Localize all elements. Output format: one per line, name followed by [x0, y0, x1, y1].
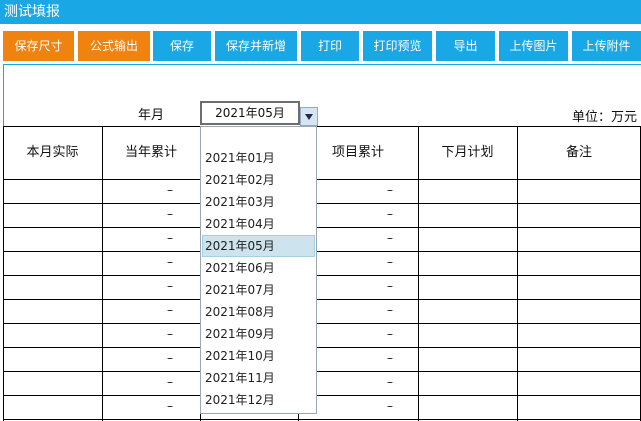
chevron-down-icon — [305, 114, 313, 120]
column-header-remarks: 备注 — [565, 145, 592, 160]
ytd-cell-dash: – — [167, 207, 173, 221]
table-row-border — [3, 419, 641, 420]
table-row-border — [3, 203, 641, 204]
ytd-cell-dash: – — [167, 327, 173, 341]
dropdown-option[interactable]: 2021年12月 — [202, 389, 315, 411]
month-dropdown-list: 2021年01月 2021年02月 2021年03月 2021年04月 2021年05月… — [200, 126, 317, 414]
data-table: 本月实际 当年累计 项目累计 下月计划 备注 – – – – – – – – – – – – – – – – –… — [0, 126, 641, 421]
print-button[interactable]: 打印 — [301, 31, 359, 61]
dropdown-option[interactable]: 2021年01月 — [202, 147, 315, 169]
export-button[interactable]: 导出 — [436, 31, 495, 61]
dropdown-option[interactable]: 2021年10月 — [202, 345, 315, 367]
dropdown-option[interactable]: 2021年07月 — [202, 279, 315, 301]
project-total-cell-dash: – — [387, 303, 393, 317]
project-total-cell-dash: – — [387, 207, 393, 221]
ytd-cell-dash: – — [167, 255, 173, 269]
dropdown-option[interactable]: 2021年08月 — [202, 301, 315, 323]
dropdown-option[interactable]: 2021年09月 — [202, 323, 315, 345]
project-total-cell-dash: – — [387, 255, 393, 269]
save-and-new-button[interactable]: 保存并新增 — [215, 31, 297, 61]
table-column-border — [102, 126, 103, 421]
table-top-border — [3, 126, 641, 127]
upload-image-button[interactable]: 上传图片 — [499, 31, 568, 61]
table-row-border — [3, 179, 641, 180]
table-column-border — [517, 126, 518, 421]
project-total-cell-dash: – — [387, 231, 393, 245]
ytd-cell-dash: – — [167, 231, 173, 245]
project-total-cell-dash: – — [387, 399, 393, 413]
project-total-cell-dash: – — [387, 183, 393, 197]
project-total-cell-dash: – — [387, 351, 393, 365]
ytd-cell-dash: – — [167, 375, 173, 389]
table-row-border — [3, 275, 641, 276]
window-title: 测试填报 — [0, 0, 641, 24]
table-row-border — [3, 251, 641, 252]
column-header-year-to-date: 当年累计 — [124, 145, 177, 160]
table-row-border — [3, 227, 641, 228]
project-total-cell-dash: – — [387, 375, 393, 389]
table-row-border — [3, 347, 641, 348]
upload-attachment-button[interactable]: 上传附件 — [572, 31, 641, 61]
ytd-cell-dash: – — [167, 183, 173, 197]
unit-label: 单位：万元 — [572, 110, 638, 125]
dropdown-option[interactable]: 2021年06月 — [202, 257, 315, 279]
formula-output-button[interactable]: 公式输出 — [78, 31, 150, 61]
print-preview-button[interactable]: 打印预览 — [363, 31, 432, 61]
save-size-button[interactable]: 保存尺寸 — [3, 31, 74, 61]
table-row-border — [3, 395, 641, 396]
table-column-border — [418, 126, 419, 421]
toolbar: 保存尺寸 公式输出 保存 保存并新增 打印 打印预览 导出 上传图片 上传附件 — [0, 31, 641, 61]
month-label: 年月 — [138, 108, 165, 123]
ytd-cell-dash: – — [167, 303, 173, 317]
month-select[interactable]: 2021年05月 — [200, 101, 300, 125]
dropdown-option[interactable]: 2021年04月 — [202, 213, 315, 235]
project-total-cell-dash: – — [387, 279, 393, 293]
ytd-cell-dash: – — [167, 351, 173, 365]
table-column-border — [3, 126, 4, 421]
dropdown-option-selected[interactable]: 2021年05月 — [202, 235, 315, 257]
table-row-border — [3, 323, 641, 324]
month-select-dropdown-button[interactable] — [300, 107, 318, 126]
ytd-cell-dash: – — [167, 279, 173, 293]
column-header-next-month-plan: 下月计划 — [441, 145, 494, 160]
dropdown-option[interactable]: 2021年03月 — [202, 191, 315, 213]
project-total-cell-dash: – — [387, 327, 393, 341]
table-row-border — [3, 299, 641, 300]
table-row-border — [3, 371, 641, 372]
dropdown-option[interactable]: 2021年02月 — [202, 169, 315, 191]
save-button[interactable]: 保存 — [153, 31, 211, 61]
dropdown-option[interactable]: 2021年11月 — [202, 367, 315, 389]
column-header-monthly-actual: 本月实际 — [26, 145, 79, 160]
ytd-cell-dash: – — [167, 399, 173, 413]
